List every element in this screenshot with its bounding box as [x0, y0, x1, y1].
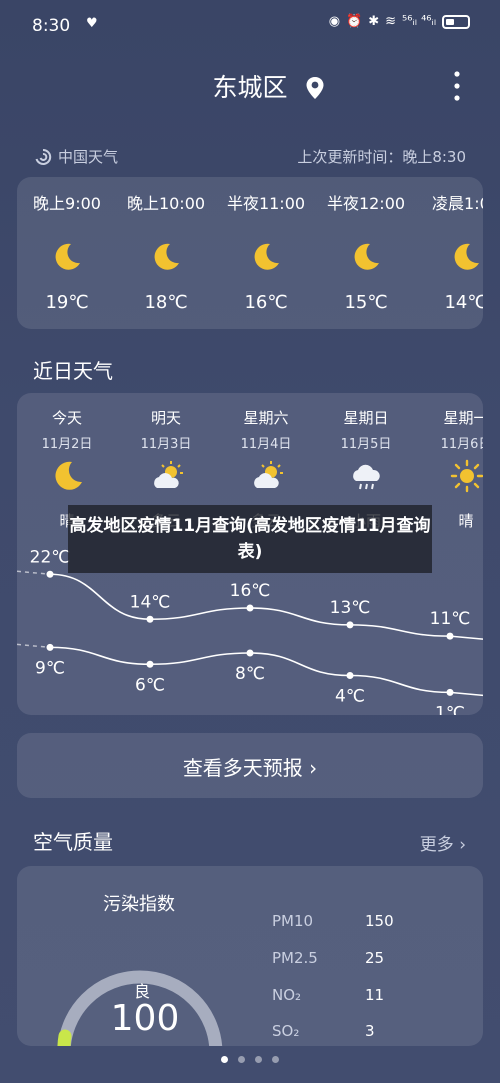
eye-icon: ◉ — [328, 14, 341, 29]
pollutant-name: PM10 — [272, 912, 314, 930]
low-temp-label: 1℃ — [435, 703, 465, 715]
page-dot[interactable] — [221, 1056, 228, 1063]
air-quality-card[interactable]: 污染指数 良 100 PM10 150 PM2.5 25 NO₂ 11 SO₂ … — [17, 866, 483, 1046]
hour-temp: 19℃ — [45, 292, 89, 313]
high-temp-point — [446, 632, 454, 640]
pollutant-value: 11 — [365, 986, 385, 1004]
air-quality-more-link[interactable]: 更多 › — [420, 830, 466, 855]
high-temp-point — [246, 604, 254, 612]
pollutant-value: 25 — [365, 949, 385, 967]
high-temp-label: 16℃ — [230, 581, 271, 601]
pollutant-name: SO₂ — [272, 1022, 300, 1040]
high-temp-point — [346, 621, 354, 629]
page-indicator[interactable] — [0, 1056, 500, 1063]
alarm-icon: ⏰ — [346, 14, 363, 29]
high-temp-point — [46, 570, 54, 578]
pollutant-name: PM2.5 — [272, 949, 318, 967]
high-temp-point — [146, 615, 154, 623]
moon-icon — [254, 243, 279, 270]
pollutant-name: NO₂ — [272, 986, 302, 1004]
moon-icon — [354, 243, 379, 270]
low-temp-point — [446, 688, 454, 696]
pollution-index-title: 污染指数 — [103, 894, 175, 915]
wifi-icon: ≋ — [385, 14, 397, 29]
pollutant-row: PM10 150 — [272, 912, 472, 936]
hour-time: 半夜12:00 — [326, 194, 406, 213]
aqi-value: 100 — [110, 998, 180, 1039]
low-temp-lead-line — [17, 643, 51, 649]
multi-day-forecast-label: 查看多天预报 › — [182, 756, 318, 780]
pollutant-row: NO₂ 11 — [272, 986, 472, 1010]
china-weather-logo-icon — [35, 148, 52, 165]
moon-icon — [154, 243, 179, 270]
low-temp-label: 4℃ — [335, 687, 365, 707]
pollutant-value: 3 — [365, 1022, 375, 1040]
source-label: 中国天气 — [58, 148, 119, 166]
high-temp-label: 22℃ — [30, 547, 71, 567]
status-time: 8:30 — [32, 16, 71, 36]
hour-time: 晚上10:00 — [126, 194, 206, 213]
pollutant-value: 150 — [365, 912, 394, 930]
low-temp-point — [146, 660, 154, 668]
bluetooth-icon: ✱ — [368, 14, 380, 29]
low-temp-point — [246, 649, 254, 657]
pollutant-row: PM2.5 25 — [272, 949, 472, 973]
hour-temp: 15℃ — [344, 292, 388, 313]
hour-temp: 16℃ — [244, 292, 288, 313]
hourly-forecast-card[interactable]: 晚上9:00 19℃ 晚上10:00 18℃ 半夜11:00 16℃ 半夜12:… — [17, 177, 483, 329]
low-temp-label: 6℃ — [135, 675, 165, 695]
pollutant-row: SO₂ 3 — [272, 1022, 472, 1046]
daily-section-title: 近日天气 — [33, 359, 113, 383]
signal-icon: ⁵⁶ᵢₗ ⁴⁶ᵢₗ — [402, 14, 436, 29]
low-temp-label: 9℃ — [35, 658, 65, 678]
page-dot[interactable] — [272, 1056, 279, 1063]
low-temp-point — [46, 643, 54, 651]
multi-day-forecast-button[interactable]: 查看多天预报 › — [17, 733, 483, 798]
low-temp-line — [49, 646, 483, 697]
air-quality-title: 空气质量 — [33, 830, 113, 854]
low-temp-point — [346, 672, 354, 679]
low-temp-label: 8℃ — [235, 664, 265, 684]
more-menu-icon[interactable] — [452, 70, 462, 102]
article-title-overlay: 高发地区疫情11月查询(高发地区疫情11月查询表) — [68, 505, 432, 573]
page-dot[interactable] — [238, 1056, 245, 1063]
high-temp-label: 11℃ — [430, 609, 471, 629]
hour-temp: 14℃ — [444, 292, 483, 313]
high-temp-label: 14℃ — [130, 592, 171, 612]
moon-icon — [55, 243, 80, 270]
moon-icon — [454, 243, 479, 270]
high-temp-lead-line — [17, 570, 51, 575]
status-bar: 8:30 ♥ ◉ ⏰ ✱ ≋ ⁵⁶ᵢₗ ⁴⁶ᵢₗ — [0, 0, 500, 56]
battery-icon — [442, 14, 470, 29]
hour-time: 凌晨1:00 — [432, 194, 483, 213]
hour-time: 晚上9:00 — [33, 194, 101, 213]
weather-source: 中国天气 — [34, 146, 118, 167]
location-pin-icon[interactable] — [305, 76, 325, 100]
heart-icon: ♥ — [86, 16, 98, 31]
page-dot[interactable] — [255, 1056, 262, 1063]
city-title[interactable]: 东城区 — [0, 68, 500, 104]
hour-temp: 18℃ — [144, 292, 188, 313]
high-temp-label: 13℃ — [330, 598, 371, 618]
status-icons: ◉ ⏰ ✱ ≋ ⁵⁶ᵢₗ ⁴⁶ᵢₗ — [329, 14, 470, 29]
hour-time: 半夜11:00 — [226, 194, 306, 213]
last-updated: 上次更新时间：晚上8:30 — [297, 148, 466, 166]
